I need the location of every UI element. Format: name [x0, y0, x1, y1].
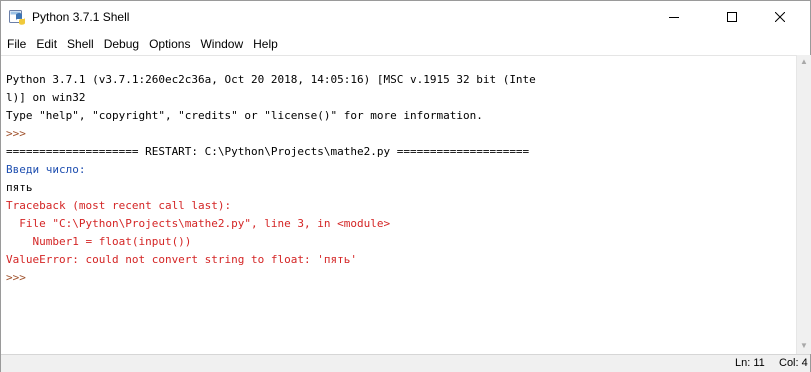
program-output-line: Введи число: — [6, 163, 86, 176]
close-icon — [775, 12, 785, 22]
python-idle-icon[interactable] — [9, 9, 26, 25]
status-column-number: Col: 4 — [779, 357, 808, 369]
menu-window[interactable]: Window — [195, 34, 248, 54]
shell-prompt: >>> — [6, 271, 33, 284]
shell-output-line: Python 3.7.1 (v3.7.1:260ec2c36a, Oct 20 … — [6, 73, 536, 86]
shell-output: Python 3.7.1 (v3.7.1:260ec2c36a, Oct 20 … — [6, 71, 536, 287]
maximize-icon — [727, 12, 737, 22]
status-line-number: Ln: 11 — [735, 357, 765, 369]
error-line: File "C:\Python\Projects\mathe2.py", lin… — [6, 217, 391, 230]
vertical-scrollbar[interactable]: ▲ ▼ — [796, 55, 811, 354]
shell-prompt: >>> — [6, 127, 33, 140]
menu-bar: File Edit Shell Debug Options Window Hel… — [1, 34, 810, 54]
maximize-button[interactable] — [709, 1, 755, 33]
close-button[interactable] — [757, 1, 803, 33]
minimize-icon — [669, 17, 679, 18]
shell-output-line: Type "help", "copyright", "credits" or "… — [6, 109, 483, 122]
menu-edit[interactable]: Edit — [31, 34, 62, 54]
menu-debug[interactable]: Debug — [99, 34, 144, 54]
menu-options[interactable]: Options — [144, 34, 195, 54]
shell-output-line: ==================== RESTART: C:\Python\… — [6, 145, 530, 158]
status-bar: Ln: 11 Col: 4 — [1, 354, 810, 372]
error-line: Number1 = float(input()) — [6, 235, 192, 248]
menu-file[interactable]: File — [1, 34, 31, 54]
menu-help[interactable]: Help — [248, 34, 283, 54]
user-input-line: пять — [6, 181, 33, 194]
error-line: ValueError: could not convert string to … — [6, 253, 357, 266]
shell-text-area[interactable]: Python 3.7.1 (v3.7.1:260ec2c36a, Oct 20 … — [1, 55, 796, 355]
scroll-down-arrow-icon[interactable]: ▼ — [799, 341, 809, 351]
scroll-up-arrow-icon[interactable]: ▲ — [799, 57, 809, 67]
idle-shell-window: Python 3.7.1 Shell File Edit Shell Debug… — [0, 0, 811, 372]
window-title: Python 3.7.1 Shell — [32, 10, 130, 24]
menu-shell[interactable]: Shell — [62, 34, 99, 54]
title-bar[interactable]: Python 3.7.1 Shell — [1, 1, 810, 33]
error-line: Traceback (most recent call last): — [6, 199, 232, 212]
minimize-button[interactable] — [651, 1, 697, 33]
shell-output-line: l)] on win32 — [6, 91, 86, 104]
